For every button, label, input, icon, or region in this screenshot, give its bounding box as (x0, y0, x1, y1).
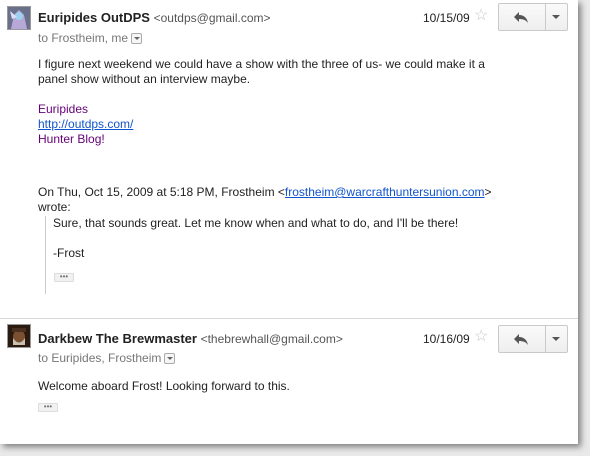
reply-button-group (498, 3, 568, 31)
message-body: Welcome aboard Frost! Looking forward to… (38, 379, 290, 393)
quote-header-suffix: > (484, 185, 492, 199)
quote-header: On Thu, Oct 15, 2009 at 5:18 PM, Frosthe… (38, 185, 558, 215)
quote-header-prefix: On Thu, Oct 15, 2009 at 5:18 PM, Frosthe… (38, 185, 285, 199)
message-1: Euripides OutDPS <outdps@gmail.com> to F… (0, 0, 578, 318)
star-icon[interactable]: ☆ (474, 329, 488, 345)
quote-signature: -Frost (53, 246, 85, 260)
avatar[interactable] (7, 6, 31, 30)
reply-arrow-icon (514, 334, 528, 345)
signature-blog: Hunter Blog! (38, 132, 105, 146)
sender: Euripides OutDPS <outdps@gmail.com> (38, 10, 271, 25)
email-thread: Euripides OutDPS <outdps@gmail.com> to F… (0, 0, 578, 444)
recipients: to Euripides, Frostheim (38, 351, 176, 365)
star-icon[interactable]: ☆ (474, 8, 488, 24)
more-options-button[interactable] (545, 4, 567, 30)
show-trimmed-content-button[interactable]: ••• (54, 273, 74, 282)
recipients: to Frostheim, me (38, 31, 143, 45)
reply-button[interactable] (499, 326, 546, 352)
avatar[interactable] (7, 324, 31, 348)
message-divider (0, 318, 578, 319)
sender-name[interactable]: Euripides OutDPS (38, 10, 150, 25)
signature-name: Euripides (38, 102, 89, 116)
sender-email: <thebrewhall@gmail.com> (200, 332, 343, 346)
show-trimmed-content-button[interactable]: ••• (38, 403, 58, 412)
quote-author-email[interactable]: frostheim@warcrafthuntersunion.com (285, 185, 485, 199)
sender: Darkbew The Brewmaster <thebrewhall@gmai… (38, 331, 343, 346)
body-line: I figure next weekend we could have a sh… (38, 57, 485, 71)
recipients-label: to Frostheim, me (38, 31, 129, 45)
reply-button-group (498, 325, 568, 353)
signature-link[interactable]: http://outdps.com/ (38, 117, 133, 131)
quoted-text: Sure, that sounds great. Let me know whe… (45, 216, 543, 294)
reply-button[interactable] (499, 4, 546, 30)
more-options-button[interactable] (545, 326, 567, 352)
body-line: panel show without an interview maybe. (38, 72, 251, 86)
message-date: 10/16/09 (423, 332, 470, 346)
quote-line: Sure, that sounds great. Let me know whe… (53, 216, 459, 230)
reply-arrow-icon (514, 12, 528, 23)
message-date: 10/15/09 (423, 11, 470, 25)
message-2: Darkbew The Brewmaster <thebrewhall@gmai… (0, 320, 578, 444)
sender-email: <outdps@gmail.com> (153, 11, 271, 25)
sender-name[interactable]: Darkbew The Brewmaster (38, 331, 197, 346)
message-body: I figure next weekend we could have a sh… (38, 57, 538, 147)
details-dropdown-icon[interactable] (131, 33, 143, 45)
details-dropdown-icon[interactable] (164, 353, 176, 365)
recipients-label: to Euripides, Frostheim (38, 351, 162, 365)
quote-header-wrote: wrote: (38, 200, 71, 214)
